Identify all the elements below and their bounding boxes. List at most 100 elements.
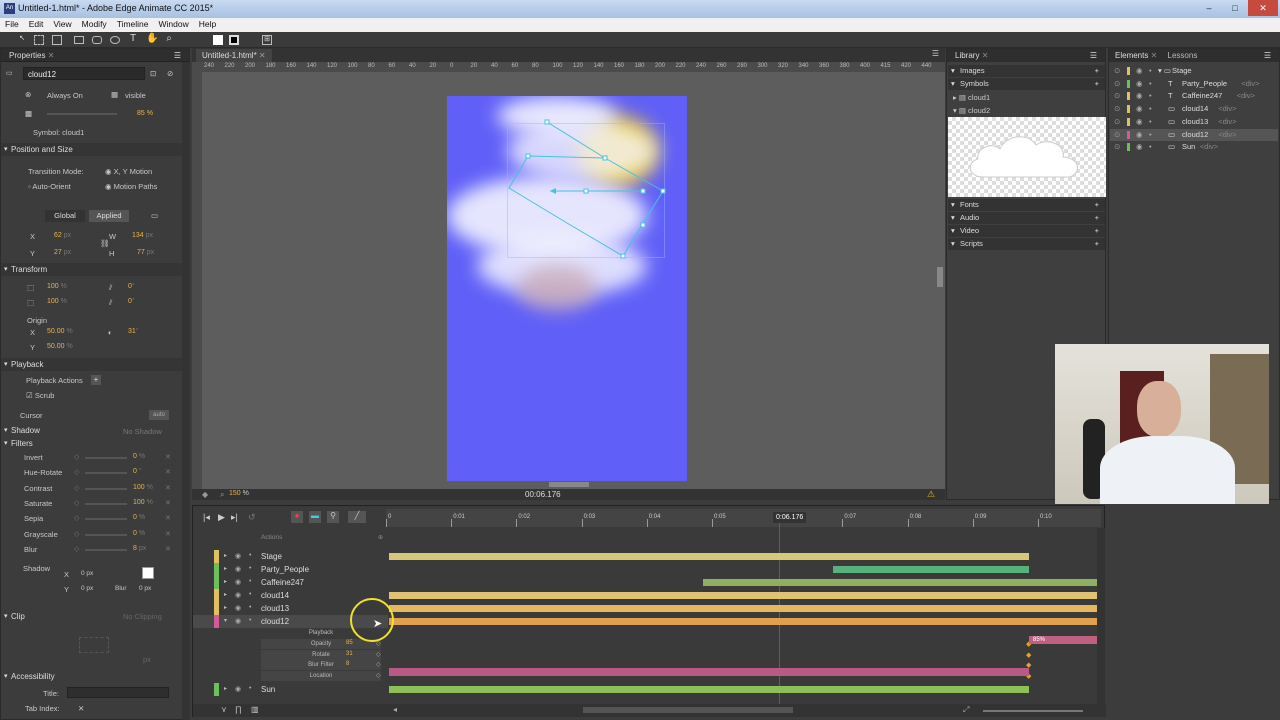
filter-saturate-slider[interactable] — [85, 502, 127, 505]
filter-shadow-x-value[interactable]: 0 px — [81, 570, 93, 577]
menu-window[interactable]: Window — [154, 18, 194, 30]
expand-toggle-icon[interactable]: ▸ — [224, 552, 227, 559]
visibility-eye-icon[interactable]: ◉ — [235, 685, 241, 693]
visibility-eye-icon[interactable]: ◉ — [1136, 141, 1143, 153]
properties-scrollbar[interactable] — [182, 62, 190, 720]
opacity-keyframe-bar[interactable]: 85% — [1029, 636, 1098, 644]
link-icon[interactable]: ⊘ — [167, 69, 173, 78]
visibility-eye-icon[interactable]: ◉ — [1136, 65, 1143, 77]
timeline-bar-sun[interactable] — [389, 686, 1029, 693]
rounded-rectangle-tool-icon[interactable] — [92, 36, 102, 44]
timeline-row-sun[interactable]: ▸ ◉ • Sun — [193, 683, 388, 696]
origin-y-value[interactable]: 50.00 % — [47, 343, 73, 350]
display-select[interactable]: Always On — [47, 91, 83, 100]
lock-icon[interactable]: ⊙ — [1114, 129, 1120, 141]
visibility-eye-icon[interactable]: ◉ — [1136, 116, 1143, 128]
timeline-bar-party_people[interactable] — [833, 566, 1029, 573]
lock-dot-icon[interactable]: • — [249, 604, 251, 611]
class-icon[interactable]: ⊡ — [150, 69, 156, 78]
dot-icon[interactable]: • — [1149, 129, 1152, 141]
visibility-eye-icon[interactable]: ◉ — [235, 565, 241, 573]
filter-keyframe-icon[interactable]: ◇ — [74, 484, 79, 492]
dot-icon[interactable]: • — [1149, 141, 1152, 153]
opacity-value[interactable]: 85 % — [137, 110, 153, 117]
expand-toggle-icon[interactable]: ▸ — [224, 578, 227, 585]
filter-shadow-y-value[interactable]: 0 px — [81, 585, 93, 592]
rotate-value[interactable]: 31° — [128, 328, 139, 335]
lock-icon[interactable]: ⊙ — [1114, 65, 1120, 77]
maximize-button[interactable]: □ — [1222, 0, 1248, 16]
skew-y-value[interactable]: 0° — [128, 298, 135, 305]
timeline-zoom-slider[interactable] — [983, 710, 1083, 712]
visibility-select[interactable]: visible — [125, 91, 146, 100]
dot-icon[interactable]: • — [1149, 103, 1152, 115]
filter-reset-icon[interactable]: ✕ — [165, 499, 171, 507]
location-transition-bar[interactable] — [389, 668, 1029, 676]
visibility-eye-icon[interactable]: ◉ — [1136, 103, 1143, 115]
keyframe-toggle-icon[interactable]: ◇ — [376, 651, 381, 658]
expand-toggle-icon[interactable]: ▾ — [224, 617, 227, 624]
motion-paths-radio[interactable]: ◉ Motion Paths — [105, 182, 157, 191]
filter-keyframe-icon[interactable]: ◇ — [74, 530, 79, 538]
grid-icon[interactable]: ▥ — [251, 705, 259, 714]
visibility-eye-icon[interactable]: ◉ — [235, 617, 241, 625]
filter-blur-slider[interactable] — [85, 548, 127, 551]
visibility-eye-icon[interactable]: ◉ — [235, 604, 241, 612]
library-audio-section[interactable]: Audio+ — [948, 212, 1105, 224]
filter-hue-rotate-slider[interactable] — [85, 472, 127, 475]
document-menu-icon[interactable]: ☰ — [932, 49, 939, 58]
timeline-bar-stage[interactable] — [389, 553, 1029, 560]
lock-icon[interactable]: ⊙ — [1114, 103, 1120, 115]
xy-motion-radio[interactable]: ◉ X, Y Motion — [105, 167, 152, 176]
lock-dot-icon[interactable]: • — [249, 552, 251, 559]
filter-keyframe-icon[interactable]: ◇ — [74, 468, 79, 476]
filter-reset-icon[interactable]: ✕ — [165, 468, 171, 476]
visibility-eye-icon[interactable]: ◉ — [235, 578, 241, 586]
properties-tab[interactable]: Properties ✕ ☰ — [1, 49, 189, 62]
library-tab[interactable]: Library ✕ ☰ — [947, 49, 1105, 62]
timeline-bar-cloud12[interactable] — [389, 618, 1098, 625]
go-to-start-icon[interactable]: |◂ — [203, 512, 210, 523]
loop-icon[interactable]: ↺ — [248, 512, 256, 523]
applied-button[interactable]: Applied — [89, 210, 129, 222]
zoom-to-fit-icon[interactable]: ⤢ — [963, 705, 969, 715]
keyframe-diamond-icon[interactable]: ◆ — [1026, 651, 1031, 659]
stage-canvas[interactable]: 240 220 200 180 160 140 120 100 80 60 40 20 0 20 40 60 8… — [192, 62, 945, 500]
filter-reset-icon[interactable]: ✕ — [165, 514, 171, 522]
dot-icon[interactable]: • — [1149, 65, 1152, 77]
visibility-eye-icon[interactable]: ◉ — [235, 552, 241, 560]
timeline-row-cloud14[interactable]: ▸ ◉ • cloud14 — [193, 589, 388, 602]
lock-icon[interactable]: ⊙ — [1114, 116, 1120, 128]
show-only-animated-icon[interactable]: ∏ — [235, 705, 242, 714]
filter-reset-icon[interactable]: ✕ — [165, 484, 171, 492]
playback-section[interactable]: Playback — [1, 358, 189, 371]
cursor-select[interactable]: auto — [149, 410, 169, 420]
menu-modify[interactable]: Modify — [77, 18, 112, 30]
stage[interactable] — [447, 96, 687, 481]
filter-blur-value[interactable]: 8 px — [133, 545, 146, 552]
lock-dot-icon[interactable]: • — [249, 591, 251, 598]
rectangle-tool-icon[interactable] — [74, 36, 84, 44]
zoom-tool-icon[interactable]: ⌕ — [164, 34, 174, 45]
library-fonts-section[interactable]: Fonts+ — [948, 199, 1105, 211]
time-ruler[interactable]: 0 0:01 0:02 0:03 0:04 0:05 0:07 0:08 0:09 0:10 — [386, 509, 1101, 527]
expand-toggle-icon[interactable]: ▸ — [224, 565, 227, 572]
minimize-button[interactable]: – — [1196, 0, 1222, 16]
x-value[interactable]: 62 px — [54, 232, 71, 239]
opacity-slider[interactable] — [47, 113, 117, 115]
lock-dot-icon[interactable]: • — [249, 617, 251, 624]
lock-icon[interactable]: ⊙ — [1114, 90, 1120, 102]
stage-settings-icon[interactable]: ◆ — [202, 490, 208, 499]
auto-keyframe-icon[interactable]: ● — [291, 511, 303, 523]
keyframe-toggle-icon[interactable]: ◇ — [376, 672, 381, 679]
filter-invert-value[interactable]: 0 % — [133, 453, 145, 460]
close-button[interactable]: ✕ — [1248, 0, 1278, 16]
origin-x-value[interactable]: 50.00 % — [47, 328, 73, 335]
dot-icon[interactable]: • — [1149, 78, 1152, 90]
easing-icon[interactable]: ╱ — [348, 511, 366, 523]
filter-shadow-color-swatch[interactable] — [142, 567, 154, 579]
play-icon[interactable]: ▶ — [218, 512, 225, 523]
filters-section[interactable]: Filters — [1, 437, 189, 450]
filter-reset-icon[interactable]: ✕ — [165, 545, 171, 553]
units-icon[interactable]: ▭ — [151, 211, 158, 220]
